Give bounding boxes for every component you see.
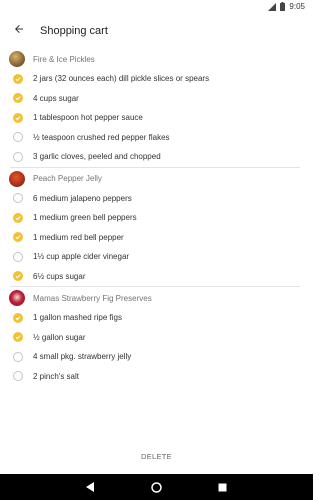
app-bar: Shopping cart [0,14,313,48]
item-label: 1 tablespoon hot pepper sauce [33,113,143,123]
item-label: 1 gallon mashed ripe figs [33,313,122,323]
status-time: 9:05 [289,2,305,11]
item-label: ½ teaspoon crushed red pepper flakes [33,132,170,142]
item-label: 3 garlic cloves, peeled and chopped [33,152,161,162]
list-item[interactable]: 1 gallon mashed ripe figs [0,308,313,328]
back-nav-icon[interactable] [86,482,95,492]
item-label: 6 medium jalapeno peppers [33,193,132,203]
list-item[interactable]: 3 garlic cloves, peeled and chopped [0,147,313,167]
recipe-name: Peach Pepper Jelly [33,174,102,183]
checked-icon[interactable] [13,93,23,104]
unchecked-icon[interactable] [13,371,23,382]
item-label: 2 jars (32 ounces each) dill pickle slic… [33,74,210,84]
recipe-header[interactable]: Peach Pepper Jelly [0,169,313,189]
list-item[interactable]: 4 cups sugar [0,89,313,109]
recipe-thumbnail [9,51,25,67]
status-bar: 9:05 [0,0,313,13]
recipe-thumbnail [9,290,25,306]
list-item[interactable]: 2 pinch's salt [0,367,313,387]
item-label: 6½ cups sugar [33,271,86,281]
recipe-header[interactable]: Fire & Ice Pickles [0,49,313,69]
item-label: 1 medium red bell pepper [33,232,124,242]
unchecked-icon[interactable] [13,251,23,262]
list-item[interactable]: 1½ cup apple cider vinegar [0,247,313,267]
checked-icon[interactable] [13,232,23,243]
list-item[interactable]: 2 jars (32 ounces each) dill pickle slic… [0,69,313,89]
recents-nav-icon[interactable] [218,483,227,492]
unchecked-icon[interactable] [13,351,23,362]
item-label: 2 pinch's salt [33,371,79,381]
list-item[interactable]: 6½ cups sugar [0,267,313,287]
checked-icon[interactable] [13,332,23,343]
checked-icon[interactable] [13,312,23,323]
divider [10,166,300,168]
item-label: 4 small pkg. strawberry jelly [33,352,132,362]
battery-icon [280,2,286,11]
home-nav-icon[interactable] [151,481,162,493]
recipe-name: Mamas Strawberry Fig Preserves [33,293,152,303]
unchecked-icon[interactable] [13,193,23,204]
list-item[interactable]: 6 medium jalapeno peppers [0,189,313,209]
recipe-header[interactable]: Mamas Strawberry Fig Preserves [0,288,313,308]
item-label: 1 medium green bell peppers [33,213,137,223]
system-nav-bar [0,474,313,500]
delete-button[interactable]: DELETE [0,452,313,461]
item-label: 4 cups sugar [33,93,79,103]
recipe-thumbnail [9,170,25,187]
list-item[interactable]: 4 small pkg. strawberry jelly [0,347,313,367]
checked-icon[interactable] [13,112,23,123]
unchecked-icon[interactable] [13,151,23,162]
item-label: 1½ cup apple cider vinegar [33,252,130,262]
list-item[interactable]: 1 medium red bell pepper [0,228,313,248]
arrow-back-icon [13,22,25,40]
back-button[interactable] [2,14,36,48]
signal-icon [268,2,277,11]
divider [10,286,300,287]
list-item[interactable]: ½ gallon sugar [0,328,313,348]
list-item[interactable]: 1 medium green bell peppers [0,208,313,228]
page-title: Shopping cart [40,25,108,37]
list-item[interactable]: ½ teaspoon crushed red pepper flakes [0,128,313,148]
list-item[interactable]: 1 tablespoon hot pepper sauce [0,108,313,128]
checked-icon[interactable] [13,73,23,84]
recipe-name: Fire & Ice Pickles [33,54,95,64]
item-label: ½ gallon sugar [33,332,86,342]
unchecked-icon[interactable] [13,132,23,143]
checked-icon[interactable] [13,212,23,223]
checked-icon[interactable] [13,271,23,282]
cart-list: Fire & Ice Pickles 2 jars (32 ounces eac… [0,48,313,386]
